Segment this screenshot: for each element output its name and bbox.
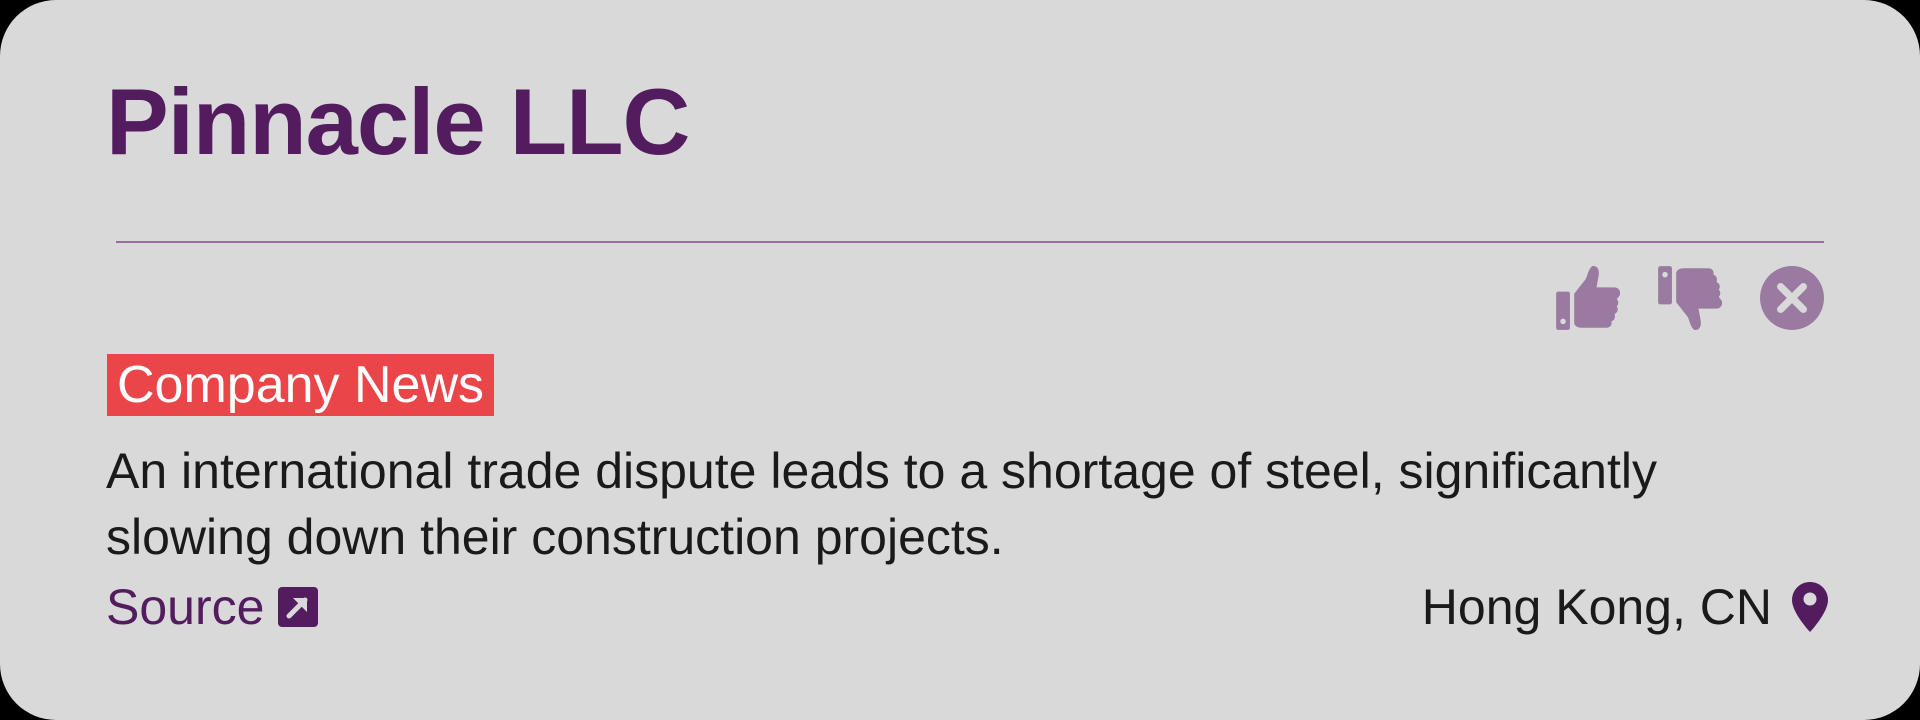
dismiss-button[interactable] (1756, 262, 1828, 334)
location-label: Hong Kong, CN (1421, 579, 1772, 635)
source-label: Source (106, 579, 265, 635)
location: Hong Kong, CN (1422, 574, 1828, 640)
close-circle-icon (1760, 266, 1824, 330)
thumbs-up-icon (1556, 265, 1621, 330)
dislike-button[interactable] (1654, 262, 1726, 334)
like-button[interactable] (1552, 262, 1624, 334)
map-pin-icon (1792, 582, 1828, 632)
category-badge: Company News (107, 354, 495, 416)
source-link[interactable]: Source (106, 574, 319, 640)
external-link-icon (278, 587, 319, 627)
thumbs-down-icon (1658, 266, 1723, 331)
news-card: Pinnacle LLC Company News An internation… (0, 0, 1920, 720)
card-actions (1552, 262, 1828, 334)
news-description: An international trade dispute leads to … (106, 443, 1657, 565)
company-title: Pinnacle LLC (106, 69, 690, 174)
title-divider (116, 241, 1824, 243)
